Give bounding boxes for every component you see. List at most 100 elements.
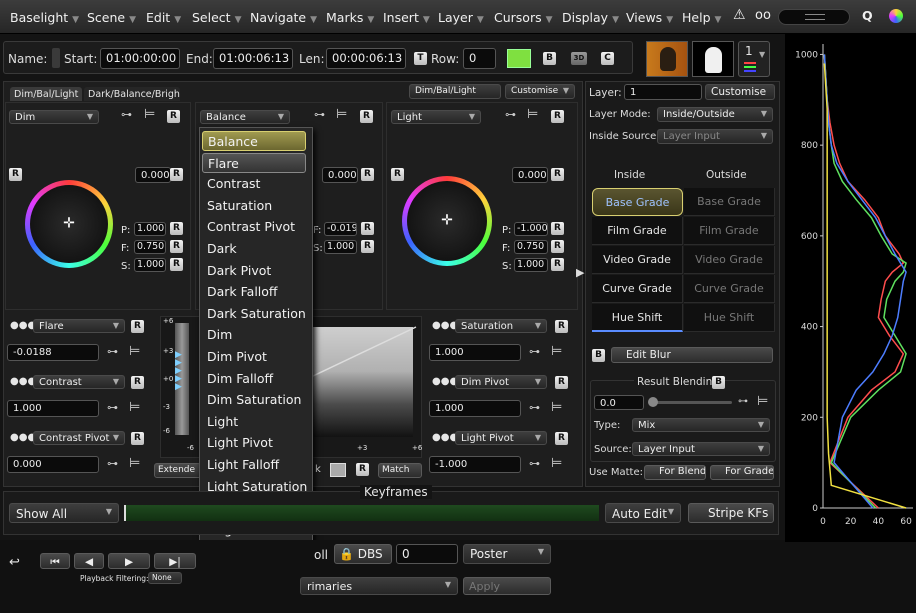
menu-cursors[interactable]: Cursors ▼: [494, 10, 553, 25]
key-icon-3[interactable]: ⊶: [505, 108, 516, 121]
thumbnail-matte[interactable]: [692, 41, 734, 77]
menu-item[interactable]: Balance: [202, 131, 306, 151]
primaries-dropdown[interactable]: rimaries ▼: [300, 577, 458, 595]
menu-views[interactable]: Views ▼: [626, 10, 673, 25]
layer-field[interactable]: 1: [624, 84, 702, 100]
outside-grade-cell[interactable]: Video Grade: [684, 246, 775, 274]
type-dropdown[interactable]: Mix ▼: [632, 418, 770, 432]
wheel-value-dim[interactable]: 0.000: [135, 167, 171, 183]
f-reset-balance[interactable]: R: [361, 222, 374, 235]
tree-icon[interactable]: ⊨: [757, 394, 768, 409]
wheel-value-light[interactable]: 0.000: [512, 167, 548, 183]
slider-reset[interactable]: R: [555, 376, 568, 389]
reset-value-light[interactable]: R: [551, 168, 564, 181]
for-blend-button[interactable]: For Blend: [644, 465, 706, 480]
menu-item[interactable]: Dark Falloff: [202, 282, 306, 302]
wheel-mode-dropdown-balance[interactable]: Balance ▼: [200, 110, 290, 124]
slider-reset[interactable]: R: [131, 320, 144, 333]
step-back-icon[interactable]: ◀: [74, 553, 104, 569]
slider-value[interactable]: 1.000: [429, 400, 521, 417]
inside-grade-cell[interactable]: Curve Grade: [592, 275, 683, 303]
menu-item[interactable]: Light Pivot: [202, 433, 306, 453]
collapse-arrow-icon[interactable]: ▶: [576, 266, 584, 292]
slider-value[interactable]: 1.000: [7, 400, 99, 417]
slider-param-dropdown[interactable]: Dim Pivot ▼: [455, 375, 547, 389]
f-value-balance[interactable]: -0.019: [324, 222, 357, 236]
keyframe-track[interactable]: [124, 505, 599, 521]
slider-value[interactable]: 0.000: [7, 456, 99, 473]
menu-item[interactable]: Light Falloff: [202, 455, 306, 475]
f-value-light[interactable]: 0.750: [514, 240, 548, 254]
menu-item[interactable]: Dim Saturation: [202, 390, 306, 410]
s-value-dim[interactable]: 1.000: [134, 258, 166, 272]
color-wheel-dim[interactable]: ✛: [25, 180, 113, 268]
menu-item[interactable]: Saturation: [202, 196, 306, 216]
tree-icon[interactable]: ⊨: [129, 344, 140, 359]
key-icon[interactable]: ⊶: [107, 345, 118, 358]
tree-icon[interactable]: ⊨: [129, 400, 140, 415]
slider-param-dropdown[interactable]: Saturation ▼: [455, 319, 547, 333]
slider-param-dropdown[interactable]: Contrast ▼: [33, 375, 125, 389]
menu-help[interactable]: Help ▼: [682, 10, 721, 25]
dbs-field[interactable]: 0: [396, 544, 458, 564]
t-button[interactable]: T: [414, 52, 427, 65]
reset-value-balance[interactable]: R: [361, 168, 374, 181]
menu-insert[interactable]: Insert ▼: [383, 10, 430, 25]
menu-item[interactable]: Contrast: [202, 174, 306, 194]
layer-mode-dropdown[interactable]: Inside/Outside ▼: [657, 107, 773, 122]
tree-icon[interactable]: ⊨: [144, 107, 155, 122]
key-icon[interactable]: ⊶: [107, 457, 118, 470]
grey-swatch[interactable]: [330, 463, 346, 477]
inside-grade-cell[interactable]: Hue Shift: [592, 304, 683, 332]
menu-baselight[interactable]: Baselight ▼: [10, 10, 79, 25]
extend-button[interactable]: Extende: [154, 463, 204, 478]
loop-icon[interactable]: ↩: [9, 555, 20, 570]
show-all-dropdown[interactable]: Show All ▼: [9, 503, 119, 523]
reset-button-light[interactable]: R: [551, 110, 564, 123]
tree-icon[interactable]: ⊨: [551, 344, 562, 359]
play-icon[interactable]: ▶: [108, 553, 150, 569]
auto-edit-dropdown[interactable]: Auto Edit ▼: [605, 503, 681, 523]
menu-item[interactable]: Dark Saturation: [202, 304, 306, 324]
key-icon-2[interactable]: ⊶: [314, 108, 325, 121]
slider-param-dropdown[interactable]: Contrast Pivot ▼: [33, 431, 125, 445]
poster-dropdown[interactable]: Poster ▼: [463, 544, 551, 564]
key-icon[interactable]: ⊶: [529, 457, 540, 470]
menu-layer[interactable]: Layer ▼: [438, 10, 484, 25]
key-icon[interactable]: ⊶: [107, 401, 118, 414]
inside-grade-cell[interactable]: Base Grade: [592, 188, 683, 216]
match-button[interactable]: Match: [378, 463, 422, 478]
tree-icon-2[interactable]: ⊨: [336, 107, 347, 122]
menu-marks[interactable]: Marks ▼: [326, 10, 374, 25]
slider-param-dropdown[interactable]: Flare ▼: [33, 319, 125, 333]
result-blending-b-button[interactable]: B: [712, 376, 725, 389]
s-reset-light[interactable]: R: [551, 258, 564, 271]
name-field[interactable]: [52, 48, 60, 68]
layer-count-button[interactable]: 1 ▼: [738, 41, 770, 77]
blend-value-field[interactable]: 0.0: [594, 395, 644, 410]
p-value-dim[interactable]: 1.000: [134, 222, 166, 236]
f-reset-dim[interactable]: R: [170, 240, 183, 253]
customise-dropdown[interactable]: Customise ▼: [505, 84, 575, 99]
outside-grade-cell[interactable]: Curve Grade: [684, 275, 775, 303]
tree-icon[interactable]: ⊨: [551, 456, 562, 471]
key-icon[interactable]: ⊶: [529, 401, 540, 414]
menu-item[interactable]: Dim Pivot: [202, 347, 306, 367]
outside-grade-cell[interactable]: Hue Shift: [684, 304, 775, 332]
s-value-light[interactable]: 1.000: [514, 258, 548, 272]
slider-value[interactable]: -0.0188: [7, 344, 99, 361]
edit-blur-button[interactable]: Edit Blur: [611, 347, 773, 363]
p-value-light[interactable]: -1.000: [514, 222, 548, 236]
p-reset-dim[interactable]: R: [170, 222, 183, 235]
edit-blur-b-button[interactable]: B: [592, 349, 605, 362]
preset-dropdown[interactable]: Dim/Bal/Light: [409, 84, 501, 99]
slider-reset[interactable]: R: [555, 432, 568, 445]
reset-wheel-light[interactable]: R: [391, 168, 404, 181]
playback-filter-dropdown[interactable]: None: [148, 572, 182, 584]
source-dropdown[interactable]: Layer Input ▼: [632, 442, 770, 456]
menu-select[interactable]: Select ▼: [192, 10, 241, 25]
s-value-balance[interactable]: 1.000: [324, 240, 357, 254]
end-timecode[interactable]: 01:00:06:13: [213, 48, 293, 69]
dbs-button[interactable]: 🔒 DBS: [334, 544, 392, 564]
layer-customise-dropdown[interactable]: Customise▼: [705, 84, 775, 100]
